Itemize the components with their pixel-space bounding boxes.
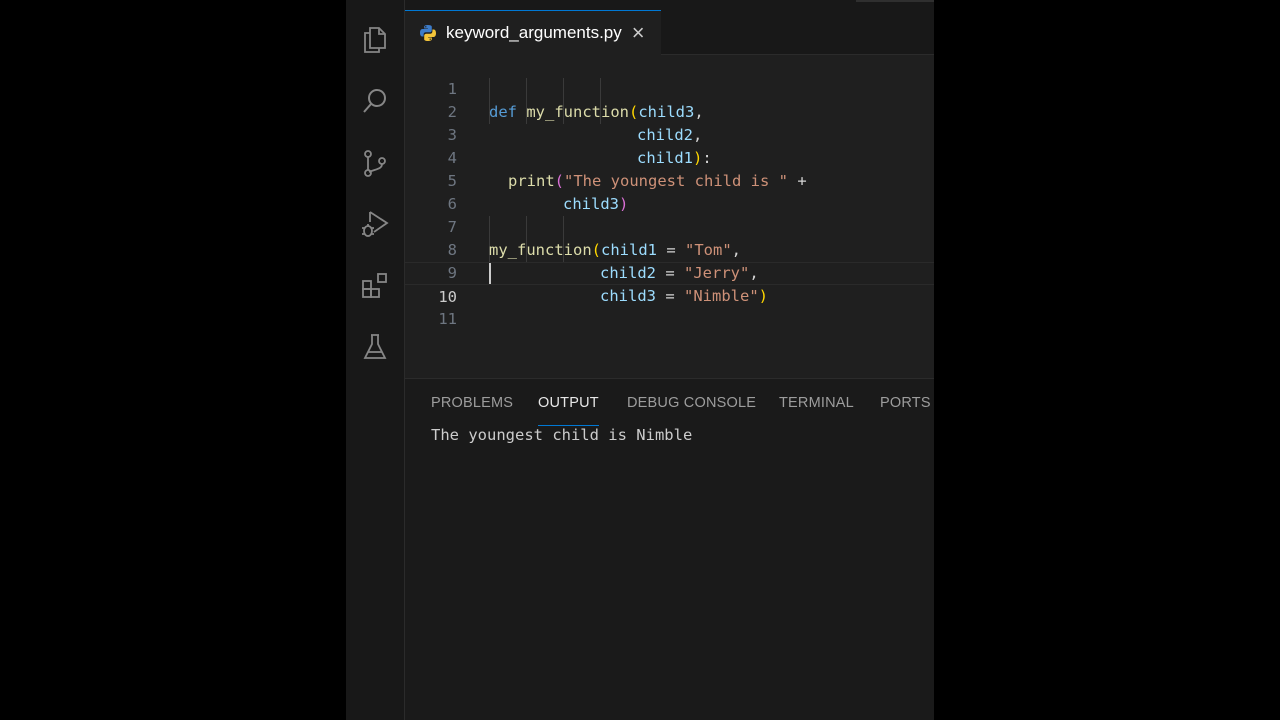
extensions-icon[interactable] — [358, 269, 392, 303]
bottom-panel: PROBLEMS OUTPUT DEBUG CONSOLE TERMINAL P… — [405, 378, 934, 720]
activity-bar — [346, 0, 405, 720]
files-icon[interactable] — [358, 23, 392, 57]
code-line: 6 — [405, 170, 934, 213]
tab-keyword-arguments[interactable]: keyword_arguments.py × — [405, 10, 661, 55]
text-cursor — [489, 263, 491, 284]
run-debug-icon[interactable] — [358, 207, 392, 241]
tab-ports[interactable]: PORTS — [880, 395, 931, 415]
code-line: 7 my_function(child1 = "Tom", — [405, 193, 934, 259]
code-line-active: 10 — [405, 262, 934, 306]
tab-debug-console[interactable]: DEBUG CONSOLE — [627, 395, 756, 415]
code-line: 5 child3) — [405, 147, 934, 213]
code-line: 2 child2, — [405, 78, 934, 144]
vscode-window: keyword_arguments.py × 1 def my_function… — [346, 0, 934, 720]
tab-terminal[interactable]: TERMINAL — [779, 395, 854, 415]
search-icon[interactable] — [358, 84, 392, 118]
python-icon — [419, 24, 437, 42]
tab-problems[interactable]: PROBLEMS — [431, 395, 513, 415]
tab-close-icon[interactable]: × — [632, 22, 645, 44]
output-text: The youngest child is Nimble — [431, 426, 693, 444]
tab-output[interactable]: OUTPUT — [538, 395, 599, 426]
title-strip — [405, 0, 934, 10]
code-line: 11 — [405, 285, 934, 328]
code-line: 1 def my_function(child3, — [405, 55, 934, 121]
code-line: 4 print("The youngest child is " + — [405, 124, 934, 190]
code-line: 3 child1): — [405, 101, 934, 167]
code-line: 8 child2 = "Jerry", — [405, 216, 934, 282]
line-number: 11 — [438, 310, 457, 328]
editor-tab-bar: keyword_arguments.py × — [405, 10, 934, 55]
code-editor[interactable]: 1 def my_function(child3, 2 child2, 3 ch… — [405, 55, 934, 378]
code-line: 9 child3 = "Nimble") — [405, 239, 934, 305]
source-control-icon[interactable] — [358, 146, 392, 180]
title-strip-accent — [856, 0, 934, 2]
testing-flask-icon[interactable] — [358, 330, 392, 364]
tab-filename: keyword_arguments.py — [446, 23, 622, 42]
